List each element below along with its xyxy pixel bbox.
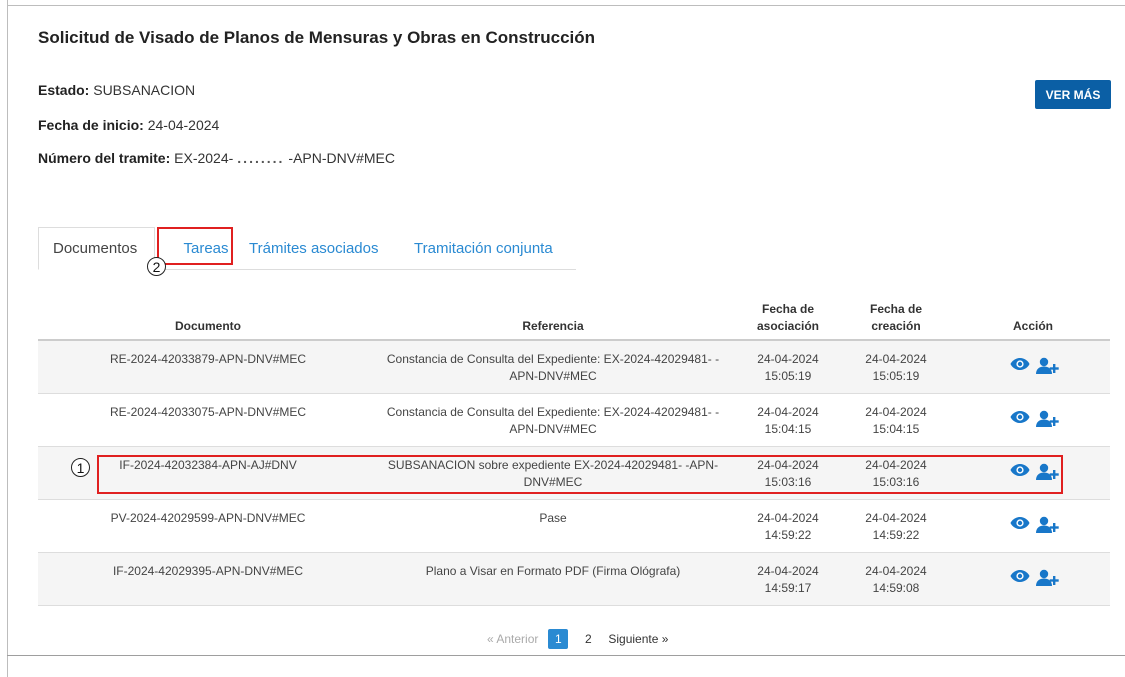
cell-crea-hora: 15:04:15 (872, 422, 920, 436)
header-fecha-creacion: Fecha de creación (846, 301, 946, 335)
cell-asoc-hora: 14:59:22 (764, 528, 812, 542)
cell-referencia-line1: Plano a Visar en Formato PDF (Firma Ológ… (425, 564, 681, 578)
header-fecha-asociacion-line1: Fecha de (761, 302, 815, 316)
cell-fecha-asociacion: 24-04-2024 15:05:19 (738, 351, 838, 385)
eye-icon[interactable] (1010, 569, 1030, 592)
cell-accion (1000, 410, 1070, 433)
cell-crea-fecha: 24-04-2024 (865, 352, 927, 366)
pagination-prev[interactable]: « Anterior (487, 632, 538, 646)
add-user-icon[interactable] (1036, 410, 1060, 433)
cell-referencia: Pase (368, 510, 738, 527)
page-title: Solicitud de Visado de Planos de Mensura… (38, 28, 596, 47)
cell-crea-hora: 14:59:08 (872, 581, 920, 595)
frame-top-border (7, 5, 1125, 6)
table-header: Documento Referencia Fecha de asociación… (38, 296, 1110, 341)
numero-tramite-redacted: ........ (237, 150, 285, 166)
cell-asoc-fecha: 24-04-2024 (757, 564, 819, 578)
cell-crea-fecha: 24-04-2024 (865, 564, 927, 578)
annotation-marker-2: 2 (147, 257, 166, 276)
fecha-inicio-label: Fecha de inicio: (38, 117, 144, 133)
add-user-icon[interactable] (1036, 516, 1060, 539)
add-user-icon[interactable] (1036, 357, 1060, 380)
annotation-marker-1: 1 (71, 458, 90, 477)
ver-mas-button[interactable]: VER MÁS (1035, 80, 1111, 109)
eye-icon[interactable] (1010, 357, 1030, 380)
cell-documento: RE-2024-42033879-APN-DNV#MEC (109, 352, 307, 366)
table-row: RE-2024-42033879-APN-DNV#MEC Constancia … (38, 341, 1110, 394)
eye-icon[interactable] (1010, 410, 1030, 433)
pagination-page-1[interactable]: 1 (548, 629, 569, 649)
cell-crea-hora: 15:05:19 (872, 369, 920, 383)
cell-accion (1000, 516, 1070, 539)
cell-asoc-hora: 15:04:15 (764, 422, 812, 436)
header-referencia: Referencia (522, 319, 584, 333)
numero-tramite-prefix: EX-2024- (174, 150, 234, 166)
annotation-box-tareas (157, 227, 233, 265)
frame-bottom-border (7, 655, 1125, 656)
estado-value: SUBSANACION (93, 82, 196, 98)
numero-tramite-label: Número del tramite: (38, 150, 171, 166)
cell-referencia-line1: Constancia de Consulta del Expediente: E… (386, 352, 720, 366)
header-fecha-asociacion-line2: asociación (756, 319, 820, 333)
cell-documento: IF-2024-42029395-APN-DNV#MEC (112, 564, 304, 578)
estado-label: Estado: (38, 82, 90, 98)
header-accion: Acción (1012, 319, 1053, 333)
cell-crea-fecha: 24-04-2024 (865, 511, 927, 525)
annotation-box-row (97, 455, 1063, 494)
cell-fecha-asociacion: 24-04-2024 15:04:15 (738, 404, 838, 438)
cell-fecha-creacion: 24-04-2024 15:05:19 (846, 351, 946, 385)
header-documento: Documento (175, 319, 241, 333)
eye-icon[interactable] (1010, 516, 1030, 539)
cell-asoc-fecha: 24-04-2024 (757, 511, 819, 525)
cell-accion (1000, 357, 1070, 380)
documents-table: Documento Referencia Fecha de asociación… (38, 296, 1110, 606)
header-fecha-asociacion: Fecha de asociación (738, 301, 838, 335)
cell-referencia-line1: Pase (539, 511, 567, 525)
header-fecha-creacion-line1: Fecha de (869, 302, 923, 316)
cell-referencia-line2: APN-DNV#MEC (509, 422, 597, 436)
cell-asoc-fecha: 24-04-2024 (757, 352, 819, 366)
numero-tramite-suffix: -APN-DNV#MEC (288, 150, 395, 166)
cell-fecha-creacion: 24-04-2024 14:59:08 (846, 563, 946, 597)
cell-referencia: Plano a Visar en Formato PDF (Firma Ológ… (368, 563, 738, 580)
header-fecha-creacion-line2: creación (871, 319, 921, 333)
cell-crea-fecha: 24-04-2024 (865, 405, 927, 419)
estado-line: Estado: SUBSANACION (38, 82, 195, 98)
cell-fecha-creacion: 24-04-2024 14:59:22 (846, 510, 946, 544)
cell-documento: PV-2024-42029599-APN-DNV#MEC (110, 511, 306, 525)
pagination-page-2[interactable]: 2 (578, 629, 598, 649)
tab-documentos[interactable]: Documentos (38, 227, 155, 270)
cell-asoc-hora: 14:59:17 (764, 581, 812, 595)
tab-tramitacion-conjunta[interactable]: Tramitación conjunta (414, 227, 553, 270)
cell-referencia: Constancia de Consulta del Expediente: E… (368, 351, 738, 385)
cell-referencia-line2: APN-DNV#MEC (509, 369, 597, 383)
cell-fecha-asociacion: 24-04-2024 14:59:17 (738, 563, 838, 597)
table-row: IF-2024-42029395-APN-DNV#MEC Plano a Vis… (38, 553, 1110, 606)
add-user-icon[interactable] (1036, 569, 1060, 592)
tab-bar: Documentos Tareas Trámites asociados Tra… (38, 227, 576, 270)
table-row: RE-2024-42033075-APN-DNV#MEC Constancia … (38, 394, 1110, 447)
cell-fecha-asociacion: 24-04-2024 14:59:22 (738, 510, 838, 544)
pagination-next[interactable]: Siguiente » (608, 632, 668, 646)
cell-referencia: Constancia de Consulta del Expediente: E… (368, 404, 738, 438)
cell-documento: RE-2024-42033075-APN-DNV#MEC (109, 405, 307, 419)
cell-referencia-line1: Constancia de Consulta del Expediente: E… (386, 405, 720, 419)
fecha-inicio-line: Fecha de inicio: 24-04-2024 (38, 117, 219, 133)
cell-fecha-creacion: 24-04-2024 15:04:15 (846, 404, 946, 438)
fecha-inicio-value: 24-04-2024 (147, 117, 220, 133)
cell-asoc-fecha: 24-04-2024 (757, 405, 819, 419)
tab-tramites-asociados[interactable]: Trámites asociados (249, 227, 379, 270)
pagination: « Anterior 1 2 Siguiente » (487, 628, 668, 650)
cell-asoc-hora: 15:05:19 (764, 369, 812, 383)
cell-accion (1000, 569, 1070, 592)
numero-tramite-line: Número del tramite: EX-2024-........ -APN… (38, 150, 395, 166)
table-row: PV-2024-42029599-APN-DNV#MEC Pase 24-04-… (38, 500, 1110, 553)
frame-left-border (7, 0, 8, 677)
cell-crea-hora: 14:59:22 (872, 528, 920, 542)
